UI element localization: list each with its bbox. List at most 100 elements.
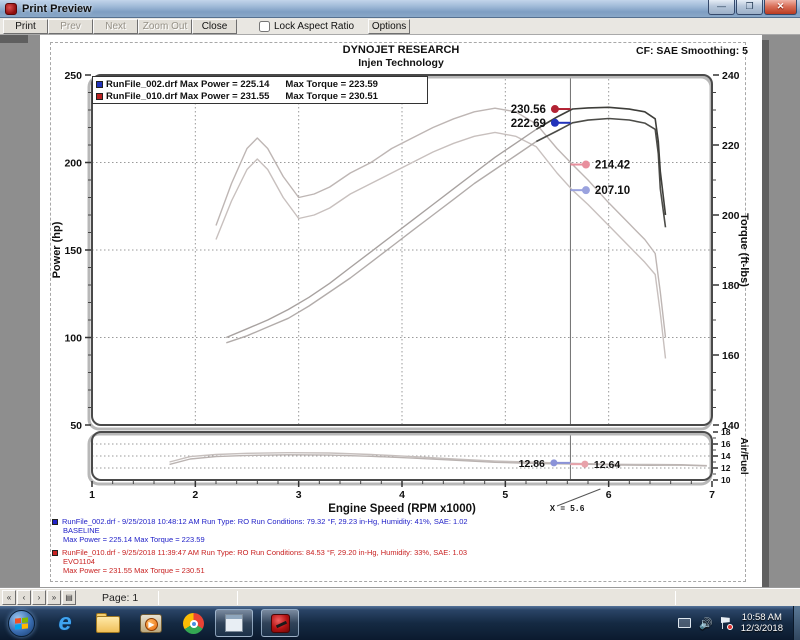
show-desktop-button[interactable] [793,606,800,640]
first-page-button[interactable]: « [2,590,16,605]
run-info-1: RunFile_002.drf - 9/25/2018 10:48:12 AM … [52,517,468,544]
svg-text:14: 14 [721,451,731,461]
start-button[interactable] [8,610,35,637]
taskbar: e ▶ 🔊 10:58 AM 12/3/2018 [0,606,800,640]
svg-text:7: 7 [709,489,715,501]
app-window-icon [225,614,243,632]
taskbar-open-app-window[interactable] [215,609,253,637]
legend-box: RunFile_002.drf Max Power = 225.14 Max T… [92,76,428,104]
svg-text:Engine Speed (RPM x1000): Engine Speed (RPM x1000) [328,503,476,515]
svg-text:220: 220 [722,140,740,152]
run1-swatch [52,519,58,525]
svg-text:200: 200 [64,158,82,170]
svg-text:180: 180 [722,280,740,292]
page-corner-shadow [0,35,28,43]
run2-conditions: RunFile_010.drf - 9/25/2018 11:39:47 AM … [62,548,467,557]
svg-text:207.10: 207.10 [595,185,630,197]
svg-text:18: 18 [721,427,731,437]
svg-text:Torque (ft-lbs): Torque (ft-lbs) [738,213,750,287]
legend-swatch-run1 [96,81,103,88]
statusbar-divider [237,591,238,605]
statusbar-divider [158,591,159,605]
taskbar-item-explorer[interactable] [95,610,121,636]
svg-text:Air/Fuel: Air/Fuel [738,437,749,474]
screen: Print Preview — ❐ ✕ Print Prev Next Zoom… [0,0,800,640]
run-info-2: RunFile_010.drf - 9/25/2018 11:39:47 AM … [52,548,468,575]
taskbar-item-ie[interactable]: e [52,610,78,636]
run2-name: EVO1104 [63,557,468,566]
taskbar-open-app-dynojet[interactable] [261,609,299,637]
legend-text-run2: RunFile_010.drf Max Power = 231.55 [106,91,269,102]
close-window-button[interactable]: ✕ [764,0,797,15]
svg-text:3: 3 [296,489,302,501]
run1-name: BASELINE [63,526,468,535]
legend-row-run1: RunFile_002.drf Max Power = 225.14 Max T… [96,78,424,90]
network-icon[interactable] [678,618,691,628]
last-page-button[interactable]: » [47,590,61,605]
print-button[interactable]: Print [3,19,48,34]
taskbar-item-media-player[interactable]: ▶ [138,610,164,636]
svg-text:2: 2 [192,489,198,501]
legend-text-run1: RunFile_002.drf Max Power = 225.14 [106,79,269,90]
statusbar-divider [675,591,676,605]
legend-row-run2: RunFile_010.drf Max Power = 231.55 Max T… [96,90,424,102]
options-button[interactable]: Options [368,19,410,34]
run-details-footer: RunFile_002.drf - 9/25/2018 10:48:12 AM … [52,517,468,579]
clock-time: 10:58 AM [741,612,783,623]
volume-icon[interactable]: 🔊 [699,617,713,630]
svg-text:4: 4 [399,489,405,501]
svg-text:100: 100 [64,333,82,345]
svg-text:12.86: 12.86 [519,458,545,470]
dynojet-red-icon [271,614,290,633]
legend-torque-run2: Max Torque = 230.51 [285,91,378,102]
action-center-flag-icon[interactable] [721,617,731,629]
taskbar-item-chrome[interactable] [181,610,207,636]
svg-text:200: 200 [722,210,740,222]
windows-flag-icon [15,617,28,630]
title-bar[interactable]: Print Preview — ❐ ✕ [0,0,800,18]
svg-text:5: 5 [502,489,508,501]
system-tray: 🔊 10:58 AM 12/3/2018 [678,606,800,640]
status-bar: « ‹ › » ▤ Page: 1 [0,588,800,606]
page-number-label: Page: 1 [102,592,138,604]
svg-text:150: 150 [64,245,82,257]
legend-swatch-run2 [96,93,103,100]
dynojet-app-icon [5,3,17,15]
next-page-button[interactable]: › [32,590,46,605]
page-drop-shadow [762,40,769,588]
svg-text:10: 10 [721,475,731,485]
window-title: Print Preview [22,3,92,15]
svg-text:222.69: 222.69 [511,118,546,130]
svg-text:12: 12 [721,463,731,473]
close-preview-button[interactable]: Close [192,19,237,34]
maximize-button[interactable]: ❐ [736,0,763,15]
svg-text:50: 50 [70,420,82,432]
svg-text:1: 1 [89,489,95,501]
print-preview-page: DYNOJET RESEARCH Injen Technology CF: SA… [40,35,762,588]
prev-button[interactable]: Prev [48,19,93,34]
prev-page-button[interactable]: ‹ [17,590,31,605]
svg-text:240: 240 [722,70,740,82]
minimize-button[interactable]: — [708,0,735,15]
next-button[interactable]: Next [93,19,138,34]
svg-text:X = 5.6: X = 5.6 [550,504,586,513]
svg-text:160: 160 [722,350,740,362]
internet-explorer-icon: e [52,610,78,636]
legend-torque-run1: Max Torque = 223.59 [285,79,378,90]
dyno-graph[interactable]: 5010015020025014016018020022024010121416… [40,35,762,588]
toolbar: Print Prev Next Zoom Out Close Lock Aspe… [0,18,800,35]
taskbar-clock[interactable]: 10:58 AM 12/3/2018 [741,612,783,634]
svg-text:16: 16 [721,439,731,449]
svg-text:230.56: 230.56 [511,104,546,116]
lock-aspect-ratio-checkbox[interactable]: Lock Aspect Ratio [259,21,354,32]
svg-text:250: 250 [64,70,82,82]
run2-swatch [52,550,58,556]
run1-maxima: Max Power = 225.14 Max Torque = 223.59 [63,535,468,544]
page-layout-button[interactable]: ▤ [62,590,76,605]
lock-aspect-checkbox-input[interactable] [259,21,270,32]
zoom-out-button[interactable]: Zoom Out [138,19,192,34]
run2-maxima: Max Power = 231.55 Max Torque = 230.51 [63,566,468,575]
svg-text:6: 6 [606,489,612,501]
svg-text:12.64: 12.64 [594,459,620,471]
svg-text:Power (hp): Power (hp) [51,221,63,278]
